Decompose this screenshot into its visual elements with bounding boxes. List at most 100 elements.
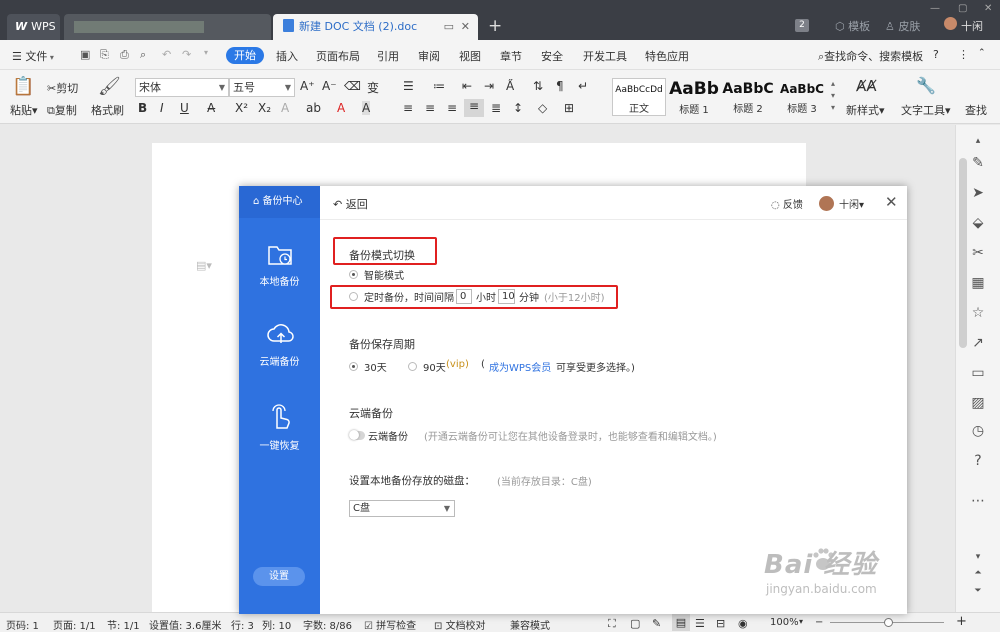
tab-insert[interactable]: 插入 xyxy=(276,48,298,64)
style-heading-3[interactable]: AaBbC 标题 3 xyxy=(775,78,829,116)
disk-select[interactable]: C盘 ▼ xyxy=(349,500,455,517)
decrease-indent-icon[interactable]: ⇤ xyxy=(462,79,472,93)
collapse-ribbon-icon[interactable]: ⌃ xyxy=(978,48,986,58)
tab-page-layout[interactable]: 页面布局 xyxy=(316,48,360,64)
tab-developer[interactable]: 开发工具 xyxy=(583,48,627,64)
dialog-user-avatar[interactable] xyxy=(819,196,834,211)
font-color-icon[interactable]: A xyxy=(337,101,345,115)
save-icon[interactable]: ▣ xyxy=(80,48,90,61)
tab-references[interactable]: 引用 xyxy=(377,48,399,64)
read-mode-icon[interactable]: ◉ xyxy=(738,617,748,630)
layout-icon[interactable]: ▭ xyxy=(970,365,986,381)
style-heading-2[interactable]: AaBbC 标题 2 xyxy=(721,78,775,116)
format-painter-icon[interactable]: 🖌 xyxy=(98,76,121,97)
more-icon[interactable]: ⋮ xyxy=(958,48,969,61)
tab-count-badge[interactable]: 2 xyxy=(795,19,809,32)
window-close-icon[interactable]: ✕ xyxy=(984,3,992,14)
new-style-button[interactable]: 新样式▾ xyxy=(846,102,885,118)
feedback-button[interactable]: ◌ 反馈 xyxy=(771,196,803,211)
style-normal[interactable]: AaBbCcDd 正文 xyxy=(612,78,666,116)
export-icon[interactable]: ⎘ xyxy=(100,48,109,62)
paste-button[interactable]: 粘贴▾ xyxy=(10,102,38,118)
borders-icon[interactable]: ⊞ xyxy=(564,101,574,115)
proofread-button[interactable]: ⊡ 文档校对 xyxy=(434,617,486,632)
prev-page-icon[interactable]: ⏶ xyxy=(970,565,986,581)
zoom-level[interactable]: 100% xyxy=(770,617,799,628)
tab-review[interactable]: 审阅 xyxy=(418,48,440,64)
clear-format-icon[interactable]: ⌫ xyxy=(344,79,361,93)
pen-mode-icon[interactable]: ✎ xyxy=(652,617,661,630)
protect-icon[interactable]: ▢ xyxy=(630,617,640,630)
nav-local-backup[interactable]: 本地备份 xyxy=(239,241,320,288)
increase-indent-icon[interactable]: ⇥ xyxy=(484,79,494,93)
settings-button[interactable]: 设置 xyxy=(253,567,305,586)
superscript-icon[interactable]: X² xyxy=(235,101,248,115)
sort-icon[interactable]: ⇅ xyxy=(533,79,543,93)
more-dots-icon[interactable]: ⋯ xyxy=(970,493,986,509)
back-button[interactable]: ↶ 返回 xyxy=(333,196,368,212)
paragraph-mark-icon[interactable]: ↵ xyxy=(578,79,588,93)
chinese-layout-icon[interactable]: A̋ xyxy=(506,79,514,93)
font-name-select[interactable]: 宋体 ▼ xyxy=(135,78,229,97)
subscript-icon[interactable]: X₂ xyxy=(258,101,271,115)
bullet-list-icon[interactable]: ☰ xyxy=(403,79,414,93)
scroll-up-icon[interactable]: ▴ xyxy=(970,133,986,149)
style-gallery-scroll[interactable]: ▴ ▾ ▾ xyxy=(831,78,835,114)
style-heading-1[interactable]: AaBb 标题 1 xyxy=(667,78,721,116)
numbered-list-icon[interactable]: ≔ xyxy=(433,79,445,93)
next-page-icon[interactable]: ⏷ xyxy=(970,583,986,599)
shrink-font-icon[interactable]: A⁻ xyxy=(322,79,337,93)
scroll-down-icon[interactable]: ▾ xyxy=(970,549,986,565)
text-effect-icon[interactable]: A xyxy=(281,101,289,115)
become-vip-link[interactable]: 成为WPS会员 xyxy=(489,359,551,374)
document-tab[interactable]: 新建 DOC 文档 (2).doc ▭ ✕ xyxy=(273,14,478,40)
zoom-in-icon[interactable]: + xyxy=(956,614,967,629)
help-icon[interactable]: ? xyxy=(933,48,939,61)
text-tools-button[interactable]: 文字工具▾ xyxy=(901,102,951,118)
zoom-slider-handle[interactable] xyxy=(884,618,893,627)
close-tab-icon[interactable]: ✕ xyxy=(461,14,470,40)
print-icon[interactable]: ⎙ xyxy=(120,48,129,62)
template-button[interactable]: ⬡ 模板 xyxy=(835,18,870,34)
align-left-icon[interactable]: ≡ xyxy=(403,101,413,115)
wps-home-tab[interactable]: W WPS xyxy=(7,14,60,40)
dialog-user-menu[interactable]: 十闲▾ xyxy=(839,196,864,211)
quick-access-more-icon[interactable]: ▾ xyxy=(204,48,208,57)
find-button[interactable]: 查找 xyxy=(965,102,987,118)
undo-icon[interactable]: ↶ xyxy=(162,48,171,61)
star-icon[interactable]: ☆ xyxy=(970,305,986,321)
cloud-backup-toggle[interactable] xyxy=(349,430,365,440)
period-30-radio[interactable] xyxy=(349,362,358,371)
shading-icon[interactable]: ◇ xyxy=(538,101,547,115)
minutes-input[interactable]: 10 xyxy=(498,289,515,304)
outline-view-icon[interactable]: ☰ xyxy=(695,617,705,630)
status-word-count[interactable]: 字数: 8/86 xyxy=(303,617,352,632)
user-name[interactable]: 十闲 xyxy=(961,18,983,34)
highlight-icon[interactable]: ab xyxy=(306,101,321,115)
cursor-icon[interactable]: ➤ xyxy=(970,185,986,201)
tab-security[interactable]: 安全 xyxy=(541,48,563,64)
user-avatar[interactable] xyxy=(944,17,957,30)
paragraph-handle-icon[interactable]: ▤▾ xyxy=(196,259,212,272)
grow-font-icon[interactable]: A⁺ xyxy=(300,79,315,93)
spell-check-button[interactable]: ☑ 拼写检查 xyxy=(364,617,416,632)
tab-chapter[interactable]: 章节 xyxy=(500,48,522,64)
tab-features[interactable]: 特色应用 xyxy=(645,48,689,64)
image-icon[interactable]: ▨ xyxy=(970,395,986,411)
tab-view[interactable]: 视图 xyxy=(459,48,481,64)
phonetic-icon[interactable]: 变 xyxy=(367,79,379,96)
period-90-radio[interactable] xyxy=(408,362,417,371)
zoom-out-icon[interactable]: − xyxy=(815,617,823,628)
gallery-icon[interactable]: ▦ xyxy=(970,275,986,291)
web-view-icon[interactable]: ⊟ xyxy=(716,617,725,630)
copy-button[interactable]: ⧉复制 xyxy=(47,102,77,118)
maximize-icon[interactable]: ▢ xyxy=(958,3,967,14)
nav-one-click-restore[interactable]: 一键恢复 xyxy=(239,401,320,452)
vertical-scrollbar[interactable] xyxy=(959,158,967,348)
timed-backup-radio[interactable] xyxy=(349,292,358,301)
new-tab-button[interactable]: + xyxy=(488,16,502,36)
share-icon[interactable]: ↗ xyxy=(970,335,986,351)
history-icon[interactable]: ◷ xyxy=(970,423,986,439)
preview-icon[interactable]: ⌕ xyxy=(140,48,146,62)
char-shading-icon[interactable]: A xyxy=(362,101,371,115)
